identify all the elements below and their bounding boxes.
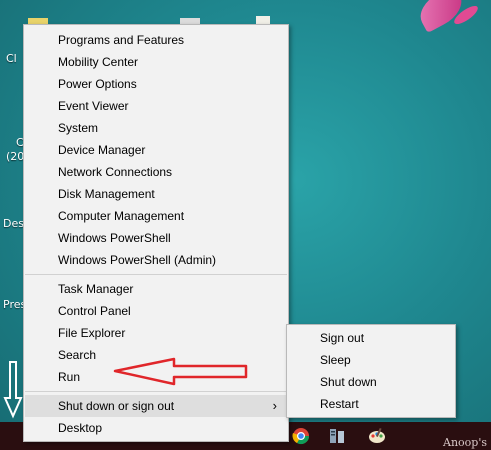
down-arrow-icon (3, 361, 23, 419)
menu-item-computer-management[interactable]: Computer Management (25, 205, 287, 227)
watermark-text: Anoop's (443, 436, 487, 449)
desktop-icon-label: Des (3, 217, 24, 230)
menu-item-label: Shut down or sign out (58, 399, 175, 413)
menu-item-windows-powershell-admin[interactable]: Windows PowerShell (Admin) (25, 249, 287, 271)
menu-item-network-connections[interactable]: Network Connections (25, 161, 287, 183)
menu-item-file-explorer[interactable]: File Explorer (25, 322, 287, 344)
shutdown-submenu: Sign out Sleep Shut down Restart (286, 324, 456, 418)
desktop-icon-label: (20 (6, 150, 25, 163)
menu-separator (25, 391, 287, 392)
menu-item-disk-management[interactable]: Disk Management (25, 183, 287, 205)
desktop-icon-label: Cl (6, 52, 17, 65)
menu-item-mobility-center[interactable]: Mobility Center (25, 51, 287, 73)
submenu-item-sleep[interactable]: Sleep (287, 349, 455, 371)
menu-separator (25, 274, 287, 275)
submenu-item-shut-down[interactable]: Shut down (287, 371, 455, 393)
chevron-right-icon: › (272, 398, 277, 413)
menu-item-desktop[interactable]: Desktop (25, 417, 287, 439)
submenu-item-sign-out[interactable]: Sign out (287, 327, 455, 349)
chrome-icon[interactable] (292, 427, 310, 445)
menu-item-windows-powershell[interactable]: Windows PowerShell (25, 227, 287, 249)
server-icon[interactable] (328, 427, 346, 445)
menu-item-device-manager[interactable]: Device Manager (25, 139, 287, 161)
menu-item-task-manager[interactable]: Task Manager (25, 278, 287, 300)
paint-icon[interactable] (368, 427, 386, 445)
menu-item-control-panel[interactable]: Control Panel (25, 300, 287, 322)
menu-item-shut-down-or-sign-out[interactable]: Shut down or sign out › (25, 395, 287, 417)
annotation-arrow-icon (113, 357, 248, 386)
menu-item-power-options[interactable]: Power Options (25, 73, 287, 95)
menu-item-system[interactable]: System (25, 117, 287, 139)
menu-item-programs-and-features[interactable]: Programs and Features (25, 29, 287, 51)
submenu-item-restart[interactable]: Restart (287, 393, 455, 415)
menu-item-event-viewer[interactable]: Event Viewer (25, 95, 287, 117)
